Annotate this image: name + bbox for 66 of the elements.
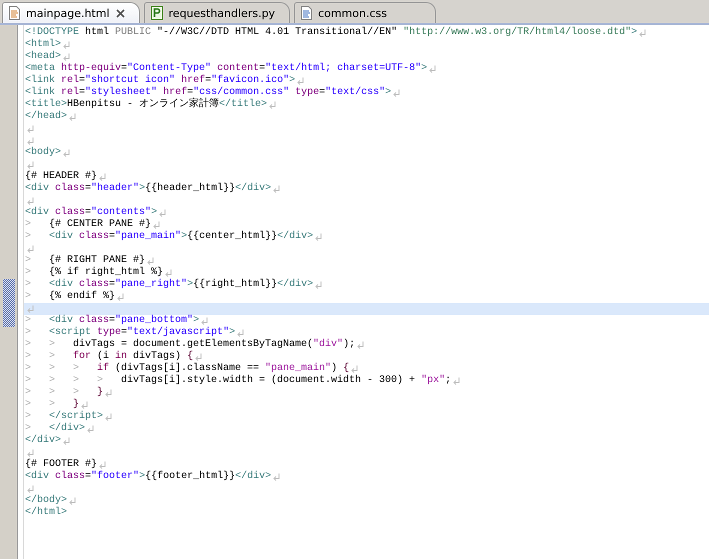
code-line: <div class="pane_bottom">	[49, 315, 200, 326]
code-line: </body>	[25, 495, 68, 506]
code-line: <script type="text/javascript">	[49, 327, 236, 338]
tab-mark: >	[25, 327, 32, 339]
code-line: <link rel="shortcut icon" href="favicon.ico">	[25, 75, 296, 86]
tab-mark: >	[25, 363, 32, 375]
code-line: <body>	[25, 147, 62, 159]
code-line: <link rel="stylesheet" href="css/common.css" type="text/css">	[25, 87, 392, 98]
tab-mark: >	[25, 399, 32, 411]
code-line: {% if right_html %}	[49, 267, 164, 278]
file-icon	[150, 6, 163, 20]
code-line: <div class="footer">{{footer_html}}</div>	[25, 471, 272, 483]
tab-mark: >	[25, 219, 32, 231]
code-line: </html>	[25, 507, 68, 519]
code-line: {# HEADER #}	[25, 171, 98, 182]
code-line: <div class="header">{{header_html}}</div>	[25, 183, 272, 195]
code-line: <div class="contents">	[25, 207, 158, 218]
tab-mark: >	[25, 375, 32, 387]
tab-mark: >	[73, 375, 80, 387]
code-line: <div class="pane_main">{{center_html}}</div>	[49, 231, 314, 243]
code-line: {% endif %}	[49, 291, 116, 303]
code-line: <head>	[25, 51, 62, 63]
code-line: {# CENTER PANE #}	[49, 219, 152, 230]
tab-mark: >	[73, 387, 80, 398]
code-line: for (i in divTags) {	[73, 351, 194, 362]
code-line: </script>	[49, 411, 104, 422]
code-line: divTags[i].style.width = (document.width - 300) + "px";	[121, 375, 452, 387]
tab-mark: >	[25, 231, 32, 243]
code-line: </head>	[25, 111, 68, 123]
tab-mark: >	[25, 411, 32, 423]
tab-mark: >	[49, 387, 56, 399]
close-icon[interactable]	[116, 8, 125, 18]
code-line: {# RIGHT PANE #}	[49, 255, 146, 266]
code-line: <title>HBenpitsu - オンライン家計簿</title>	[25, 99, 268, 110]
file-icon	[301, 6, 312, 20]
tab-mark: >	[25, 267, 32, 279]
code-line: {# FOOTER #}	[25, 459, 98, 470]
tab-mark: >	[25, 255, 32, 267]
editor-tab[interactable]: mainpage.html	[2, 2, 140, 23]
code-line: <meta http-equiv="Content-Type" content="text/html; charset=UTF-8">	[25, 63, 428, 74]
code-line: if (divTags[i].className == "pane_main") {	[97, 363, 350, 374]
editor-tab[interactable]: requesthandlers.py	[144, 2, 290, 23]
tab-mark: >	[25, 339, 32, 351]
code-line: }	[97, 387, 104, 399]
editor-tab[interactable]: common.css	[294, 2, 436, 23]
tab-mark: >	[49, 351, 56, 363]
tab-mark: >	[49, 339, 56, 351]
tab-mark: >	[25, 423, 32, 434]
tab-mark: >	[25, 279, 32, 291]
code-line: <html>	[25, 39, 62, 50]
tab-mark: >	[73, 363, 80, 375]
tab-mark: >	[25, 351, 32, 363]
code-line: divTags = document.getElementsByTagName("div");	[73, 339, 356, 350]
code-line: <div class="pane_right">{{right_html}}</div>	[49, 279, 314, 290]
file-icon	[9, 6, 20, 20]
tab-mark: >	[49, 375, 56, 387]
tab-mark: >	[49, 399, 56, 410]
tab-mark: >	[49, 363, 56, 375]
code-line: </div>	[49, 423, 86, 434]
code-line: </div>	[25, 435, 62, 447]
tab-mark: >	[97, 375, 104, 386]
tab-mark: >	[25, 291, 32, 303]
code-line: }	[73, 399, 80, 410]
tab-mark: >	[25, 387, 32, 399]
code-line: <!DOCTYPE html PUBLIC "-//W3C//DTD HTML 4.01 Transitional//EN" "http://www.w3.org/TR/html4/loose.dtd">	[25, 27, 638, 38]
tab-mark: >	[25, 315, 32, 327]
